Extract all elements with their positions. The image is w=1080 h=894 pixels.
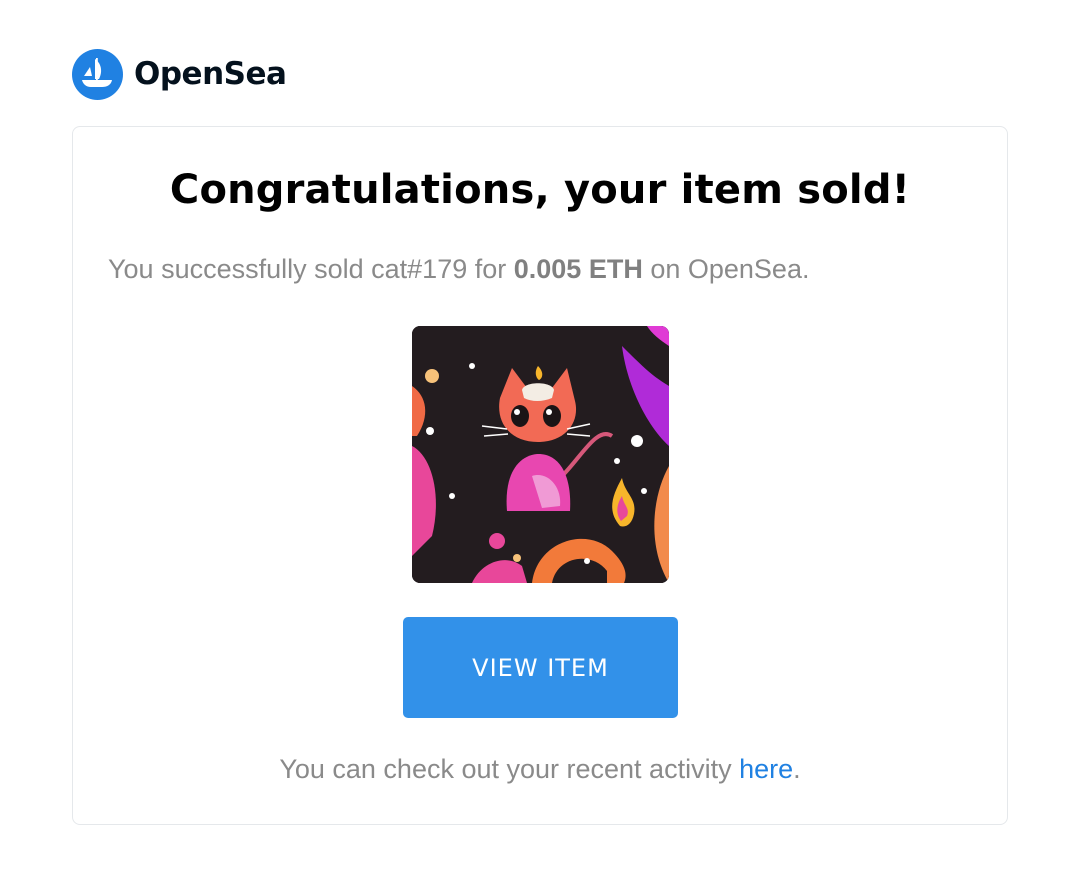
recent-activity-text: You can check out your recent activity h…: [73, 754, 1007, 785]
recent-activity-link[interactable]: here: [739, 754, 793, 784]
view-item-button[interactable]: VIEW ITEM: [403, 617, 678, 718]
opensea-logo-icon[interactable]: [72, 48, 123, 100]
sale-message: You successfully sold cat#179 for 0.005 …: [108, 254, 809, 285]
email-header: OpenSea: [72, 48, 287, 100]
brand-name: OpenSea: [134, 56, 287, 92]
message-suffix: on OpenSea.: [642, 254, 810, 284]
sale-price: 0.005 ETH: [513, 254, 643, 284]
message-prefix: You successfully sold cat#179 for: [108, 254, 514, 284]
sale-notification-card: Congratulations, your item sold! You suc…: [72, 126, 1008, 825]
footer-prefix: You can check out your recent activity: [279, 754, 740, 784]
footer-suffix: .: [793, 754, 801, 784]
page-title: Congratulations, your item sold!: [169, 167, 911, 213]
nft-image[interactable]: [412, 326, 669, 583]
cat-nft-artwork: [412, 326, 669, 583]
